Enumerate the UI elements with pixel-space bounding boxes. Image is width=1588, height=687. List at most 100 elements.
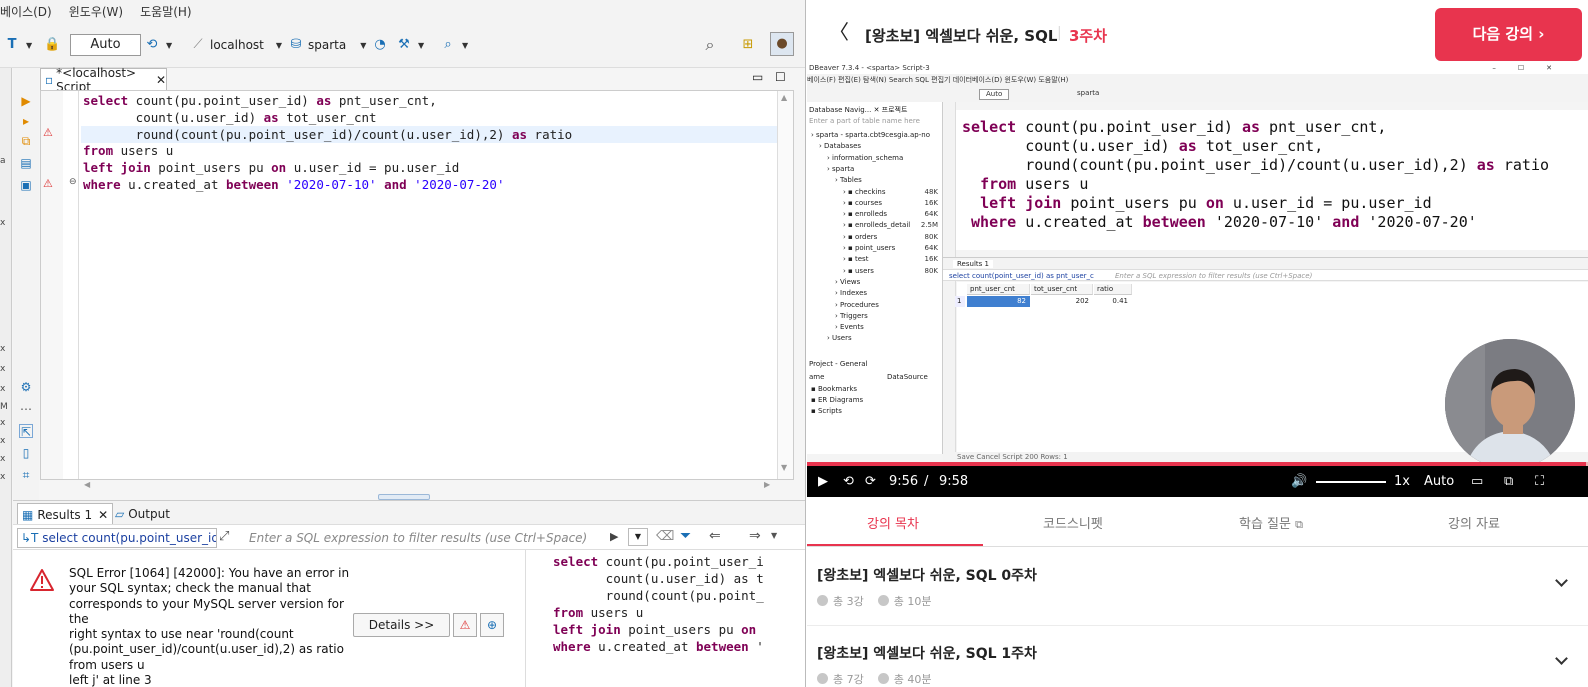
execute-script-icon[interactable]: ▸	[19, 114, 33, 128]
search-help-button[interactable]: ⊕	[480, 613, 504, 637]
code-token: point_users pu	[150, 160, 272, 176]
code-token: select	[553, 554, 599, 569]
schema-selector[interactable]: ⛁ sparta ▼	[288, 34, 367, 56]
strip-mark: x	[0, 344, 6, 354]
more-icon[interactable]: ⋯	[19, 402, 33, 416]
tab-questions[interactable]: 학습 질문 ⧉	[1239, 513, 1303, 532]
chapter-title: [왕초보] 엑셀보다 쉬운, SQL 0주차	[817, 568, 1037, 584]
lock-icon: 🔒	[44, 37, 61, 52]
gear-icon[interactable]: ⚙	[19, 380, 33, 394]
menu-window[interactable]: 윈도우(W)	[69, 3, 123, 20]
chevron-down-icon: ▼	[275, 40, 283, 50]
tools-button[interactable]: ⚒ ▼	[396, 34, 424, 56]
code-token: count(u.user_id) as t	[553, 570, 764, 586]
back-chevron-icon[interactable]: 〈	[829, 22, 849, 42]
menu-database[interactable]: 베이스(D)	[0, 3, 52, 20]
project-header: Project - General	[809, 360, 868, 368]
console-icon[interactable]: ▣	[19, 178, 33, 192]
expand-icon[interactable]: ⤢	[219, 529, 229, 544]
preview-code: select count(pu.point_user_i count(u.use…	[553, 554, 764, 655]
back-arrow-icon[interactable]: ⇐	[709, 528, 721, 544]
pip-icon[interactable]: ⧉	[1504, 474, 1513, 490]
connection-selector[interactable]: ⟋ localhost ▼	[190, 34, 282, 56]
code-token: and	[384, 176, 407, 192]
dashboard-button[interactable]: ◔	[372, 34, 388, 56]
chapter-item[interactable]: [왕초보] 엑셀보다 쉬운, SQL 1주차 총 7강 총 40분	[807, 626, 1588, 687]
query-combo[interactable]: ↳T select count(pu.point_user_id) a	[17, 528, 217, 548]
fullscreen-icon[interactable]: ⛶	[1535, 474, 1544, 490]
play-icon[interactable]: ▶	[818, 474, 828, 490]
code-token: between	[226, 176, 279, 192]
editor-gutter: ⚠ ⚠	[41, 91, 63, 479]
code-token: left join	[553, 621, 621, 637]
error-log-button[interactable]: ⚠	[453, 613, 477, 637]
forward-arrow-icon[interactable]: ⇒	[749, 528, 761, 544]
open-perspective-button[interactable]: ⊞	[740, 34, 756, 56]
format-icon[interactable]: ▤	[19, 156, 33, 170]
filter-icon[interactable]: ⏷	[680, 528, 691, 544]
chevron-down-icon[interactable]	[1555, 652, 1568, 665]
fold-icon[interactable]: ⊖	[69, 177, 77, 187]
lecture-tabs: 강의 목차 코드스니펫 학습 질문 ⧉ 강의 자료	[807, 497, 1588, 547]
error-log-icon[interactable]: ▯	[19, 446, 33, 460]
tab-code-snippets[interactable]: 코드스니펫	[1043, 513, 1103, 532]
nav-item: › sparta	[827, 164, 855, 173]
editor-vertical-scrollbar[interactable]: ▲ ▼	[777, 91, 793, 479]
external-link-icon: ⧉	[1295, 518, 1303, 531]
next-lecture-button[interactable]: 다음 강의 ›	[1435, 8, 1582, 61]
filter-input[interactable]: Enter a SQL expression to filter results…	[249, 531, 587, 545]
execute-icon[interactable]: ▶	[19, 94, 33, 108]
transaction-mode-button[interactable]: T ▼	[4, 34, 33, 56]
eraser-icon[interactable]: ⌫	[656, 529, 674, 544]
tab-script[interactable]: ▫ *<localhost> Script ✕	[40, 66, 167, 94]
explain-icon[interactable]: ⧉	[19, 134, 33, 148]
quality-button[interactable]: Auto	[1424, 474, 1454, 490]
collapsed-panel-strip: a x x x x M x x x x	[0, 68, 12, 687]
close-icon[interactable]: ✕	[156, 73, 166, 87]
tab-materials[interactable]: 강의 자료	[1448, 513, 1500, 532]
error-line: right syntax to use near 'round(count	[69, 627, 294, 642]
video-player[interactable]: DBeaver 7.3.4 - <sparta> Script-3 –☐✕ 베이…	[807, 62, 1588, 497]
minimize-icon[interactable]: ▭	[752, 70, 763, 84]
video-results-label: Results 1	[953, 260, 993, 268]
nav-item: › ▪ enrolleds	[843, 210, 888, 219]
details-button[interactable]: Details >>	[353, 613, 450, 637]
tab-results[interactable]: ▦ Results 1 ✕	[17, 503, 114, 525]
menu-help[interactable]: 도움말(H)	[140, 3, 192, 20]
variables-icon[interactable]: ⌗	[19, 468, 33, 482]
history-button[interactable]: ⟲ ▼	[144, 34, 173, 56]
chevron-down-icon[interactable]: ▼	[771, 531, 777, 540]
code-token: u.user_id = pu.user_id	[286, 160, 460, 176]
chapter-item[interactable]: [왕초보] 엑셀보다 쉬운, SQL 0주차 총 3강 총 10분	[807, 548, 1588, 626]
rewind-10-icon[interactable]: ⟲	[843, 474, 854, 490]
panel-toggle-icon[interactable]: ⇱	[19, 424, 33, 439]
maximize-icon[interactable]: ☐	[775, 70, 786, 84]
warning-icon: ⚠	[43, 126, 53, 139]
code-token: '2020-07-10'	[286, 176, 377, 192]
search-button[interactable]: ⌕ ▼	[440, 34, 468, 56]
forward-10-icon[interactable]: ⟳	[865, 474, 876, 490]
clock-icon	[877, 595, 889, 606]
tab-table-of-contents[interactable]: 강의 목차	[867, 513, 919, 532]
chevron-down-icon[interactable]	[1555, 574, 1568, 587]
video-auto-box: Auto	[979, 89, 1010, 100]
subtitles-icon[interactable]: ▭	[1471, 474, 1483, 490]
nav-header: Database Navig... ✕ 프로젝트	[809, 106, 908, 114]
sql-editor[interactable]: ⚠ ⚠ ⊖ select count(pu.point_user_id) as …	[40, 90, 794, 480]
lock-button[interactable]: 🔒	[44, 34, 60, 56]
editor-horizontal-scrollbar[interactable]: ◀ ▶	[40, 480, 780, 492]
magnifier-icon: ⌕	[705, 35, 715, 54]
dbeaver-perspective-button[interactable]: ●	[770, 32, 794, 56]
close-icon[interactable]: ✕	[98, 508, 108, 522]
apply-filter-icon[interactable]: ▶	[610, 530, 618, 543]
commit-mode-box[interactable]: Auto	[70, 34, 141, 56]
volume-slider[interactable]	[1316, 481, 1386, 483]
speed-button[interactable]: 1x	[1394, 474, 1410, 490]
history-icon: ⟲	[146, 37, 158, 52]
grid-header: tot_user_cnt	[1031, 284, 1093, 295]
strip-mark: x	[0, 364, 6, 374]
tab-output[interactable]: ▱ Output	[111, 503, 174, 525]
history-dropdown-icon[interactable]: ▼	[628, 528, 648, 546]
global-search-button[interactable]: ⌕	[702, 34, 718, 56]
volume-icon[interactable]: 🔊	[1291, 474, 1307, 490]
